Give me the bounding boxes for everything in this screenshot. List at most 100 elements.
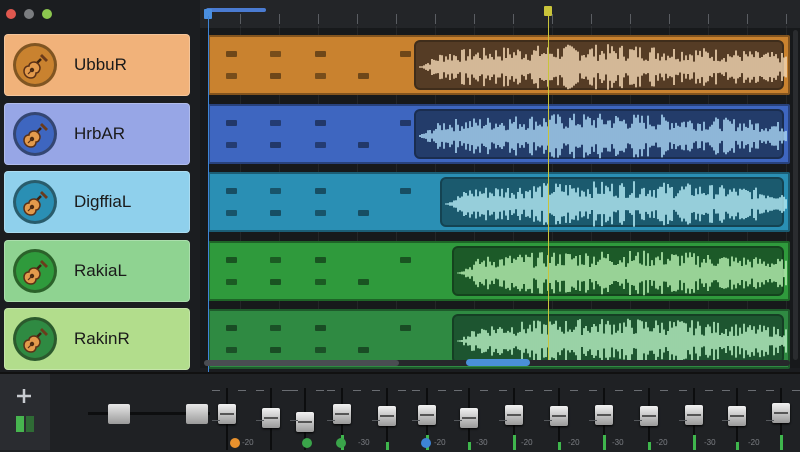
channel-fader[interactable] [550,406,568,426]
midi-note[interactable] [400,256,411,263]
window-close-button[interactable] [6,9,16,19]
midi-note[interactable] [270,278,281,285]
timeline-scrollbar-thumb[interactable] [204,360,399,366]
scale-tick [634,390,642,391]
midi-note[interactable] [315,278,326,285]
channel-fader[interactable] [418,405,436,425]
track-lane-2[interactable] [208,103,790,164]
channel-fader[interactable] [640,406,658,426]
midi-note[interactable] [400,325,411,331]
audio-region[interactable] [414,108,787,159]
midi-note[interactable] [226,141,237,148]
audio-region[interactable] [452,314,787,364]
ruler-tick [708,14,709,24]
midi-note[interactable] [358,278,369,285]
midi-note[interactable] [270,73,281,79]
pan-knob[interactable] [421,438,431,448]
track-header-4[interactable]: RakiaL [4,239,190,302]
midi-note[interactable] [315,256,326,263]
channel-fader[interactable] [685,405,703,425]
waveform [445,181,787,227]
midi-note[interactable] [400,188,411,194]
audio-region[interactable] [414,40,787,90]
track-lane-1[interactable] [208,35,790,95]
midi-note[interactable] [358,210,369,216]
track-header-2[interactable]: HrbAR [4,102,190,165]
db-scale-label: -20 [748,438,760,447]
add-track-button[interactable] [14,386,34,406]
midi-note[interactable] [358,141,369,148]
midi-note[interactable] [315,73,326,79]
track-lane-3[interactable] [208,172,790,232]
midi-note[interactable] [315,51,326,57]
midi-note[interactable] [226,256,237,263]
channel-fader[interactable] [772,403,790,423]
track-header-5[interactable]: RakinR [4,308,190,370]
pan-knob[interactable] [336,438,346,448]
midi-note[interactable] [270,210,281,216]
channel-fader[interactable] [262,408,280,428]
midi-note[interactable] [270,256,281,263]
track-name: RakiaL [74,260,127,280]
channel-fader[interactable] [333,404,351,424]
master-fader-left-thumb[interactable] [108,404,130,424]
midi-note[interactable] [400,51,411,57]
loop-region-bar[interactable] [206,8,266,12]
midi-note[interactable] [315,347,326,353]
window-zoom-button[interactable] [42,9,52,19]
scale-tick [412,390,420,391]
track-header-3[interactable]: DigffiaL [4,171,190,233]
midi-note[interactable] [315,188,326,194]
midi-note[interactable] [315,141,326,148]
midi-note[interactable] [270,188,281,194]
midi-note[interactable] [226,119,237,126]
timeline-ruler[interactable] [200,0,800,28]
midi-note[interactable] [315,210,326,216]
channel-fader[interactable] [595,405,613,425]
window-minimize-button[interactable] [24,9,34,19]
audio-region[interactable] [440,177,787,227]
channel-fader[interactable] [460,408,478,428]
midi-note[interactable] [226,347,237,353]
scale-tick [570,390,578,391]
midi-note[interactable] [270,141,281,148]
midi-note[interactable] [226,210,237,216]
channel-fader[interactable] [378,406,396,426]
track-header-1[interactable]: UbbuR [4,34,190,96]
track-name: RakinR [74,329,130,348]
midi-note[interactable] [226,278,237,285]
db-scale-label: -20 [242,438,254,447]
playhead-handle[interactable] [544,6,552,16]
midi-note[interactable] [270,325,281,331]
scale-tick [679,390,687,391]
level-meter [780,435,783,450]
scale-tick [679,420,687,421]
midi-note[interactable] [226,325,237,331]
scale-tick [316,390,324,391]
channel-fader[interactable] [218,404,236,424]
midi-note[interactable] [226,73,237,79]
midi-note[interactable] [270,119,281,126]
midi-note[interactable] [358,347,369,353]
midi-note[interactable] [270,51,281,57]
pan-knob[interactable] [302,438,312,448]
pan-knob[interactable] [230,438,240,448]
scale-tick [212,420,220,421]
midi-note[interactable] [226,188,237,194]
channel-fader[interactable] [728,406,746,426]
ruler-tick [396,14,397,24]
midi-note[interactable] [270,347,281,353]
master-fader-right-thumb[interactable] [186,404,208,424]
midi-note[interactable] [315,325,326,331]
track-lane-4[interactable] [208,240,790,301]
channel-fader[interactable] [296,412,314,432]
vertical-scrollbar[interactable] [793,30,798,360]
channel-fader[interactable] [505,405,523,425]
horizontal-scrollbar-thumb[interactable] [466,359,530,366]
waveform [419,113,787,158]
midi-note[interactable] [315,119,326,126]
audio-region[interactable] [452,245,787,296]
midi-note[interactable] [400,119,411,126]
midi-note[interactable] [226,51,237,57]
midi-note[interactable] [358,73,369,79]
